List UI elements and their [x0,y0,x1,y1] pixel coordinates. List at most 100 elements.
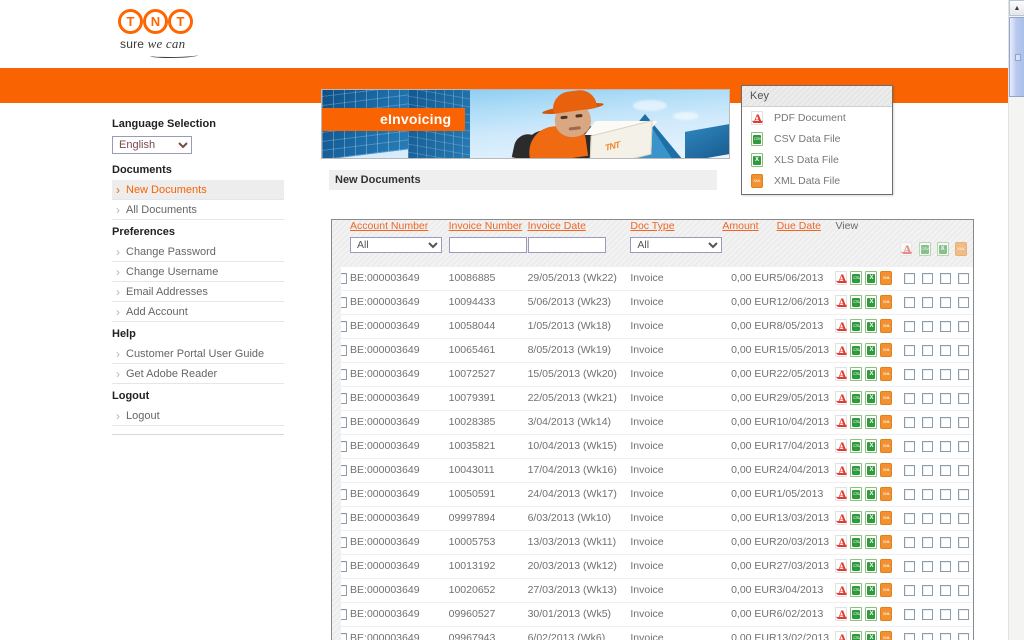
sort-link-invoice-date[interactable]: Invoice Date [528,220,586,232]
xml-file-icon[interactable] [880,583,893,597]
csv-select-checkbox[interactable] [922,512,934,524]
xls-file-icon[interactable] [865,511,878,525]
tnt-logo[interactable]: T N T [118,9,194,35]
xml-select-checkbox[interactable] [958,512,970,524]
xls-file-icon[interactable] [865,343,878,357]
xml-file-icon[interactable] [880,439,893,453]
csv-file-icon[interactable] [850,559,863,573]
xml-select-checkbox[interactable] [958,272,970,284]
pdf-select-checkbox[interactable] [904,560,916,572]
csv-file-icon[interactable] [850,511,863,525]
csv-file-icon[interactable] [850,607,863,621]
xml-select-checkbox[interactable] [958,416,970,428]
pdf-select-checkbox[interactable] [904,296,916,308]
pdf-select-checkbox[interactable] [904,608,916,620]
language-select[interactable]: English [112,136,192,154]
xls-file-icon[interactable] [865,583,878,597]
csv-file-icon[interactable] [850,391,863,405]
csv-select-checkbox[interactable] [922,464,934,476]
xml-select-checkbox[interactable] [958,296,970,308]
filter-invoice-date-input[interactable] [527,237,606,253]
xml-select-checkbox[interactable] [958,584,970,596]
csv-select-checkbox[interactable] [922,584,934,596]
xls-file-icon[interactable] [865,367,878,381]
xls-select-checkbox[interactable] [940,416,952,428]
csv-select-checkbox[interactable] [922,488,934,500]
pdf-file-icon[interactable] [835,535,848,550]
csv-file-icon[interactable] [850,271,863,285]
pdf-file-icon[interactable] [835,271,848,286]
row-select-checkbox[interactable] [335,560,347,572]
csv-select-checkbox[interactable] [922,440,934,452]
xml-file-icon[interactable] [880,511,893,525]
row-select-checkbox[interactable] [335,584,347,596]
pdf-file-icon[interactable] [835,511,848,526]
pdf-select-checkbox[interactable] [904,416,916,428]
row-select-checkbox[interactable] [335,416,347,428]
csv-select-checkbox[interactable] [922,416,934,428]
csv-select-checkbox[interactable] [922,392,934,404]
sort-link-amount[interactable]: Amount [722,220,758,232]
csv-file-icon[interactable] [918,242,931,256]
row-select-checkbox[interactable] [335,344,347,356]
pdf-file-icon[interactable] [835,487,848,502]
sidebar-item-get-adobe-reader[interactable]: Get Adobe Reader [112,364,284,384]
xml-file-icon[interactable] [954,242,967,256]
row-select-checkbox[interactable] [335,536,347,548]
xls-file-icon[interactable] [865,607,878,621]
xls-select-checkbox[interactable] [940,272,952,284]
xls-file-icon[interactable] [865,439,878,453]
xls-select-checkbox[interactable] [940,464,952,476]
xls-file-icon[interactable] [936,242,949,256]
xml-file-icon[interactable] [880,367,893,381]
xls-select-checkbox[interactable] [940,392,952,404]
csv-file-icon[interactable] [850,439,863,453]
pdf-file-icon[interactable] [835,463,848,478]
csv-file-icon[interactable] [850,343,863,357]
xml-file-icon[interactable] [880,535,893,549]
xml-file-icon[interactable] [880,487,893,501]
pdf-select-checkbox[interactable] [904,392,916,404]
xml-file-icon[interactable] [880,271,893,285]
sidebar-item-change-username[interactable]: Change Username [112,262,284,282]
xml-select-checkbox[interactable] [958,536,970,548]
xls-select-checkbox[interactable] [940,536,952,548]
csv-file-icon[interactable] [850,487,863,501]
row-select-checkbox[interactable] [335,512,347,524]
row-select-checkbox[interactable] [335,296,347,308]
xml-select-checkbox[interactable] [958,392,970,404]
xml-select-checkbox[interactable] [958,608,970,620]
xls-select-checkbox[interactable] [940,560,952,572]
xls-select-checkbox[interactable] [940,584,952,596]
xls-select-checkbox[interactable] [940,488,952,500]
pdf-file-icon[interactable] [900,242,913,257]
sidebar-item-add-account[interactable]: Add Account [112,302,284,322]
pdf-select-checkbox[interactable] [904,488,916,500]
filter-invoice-number-input[interactable] [448,237,527,253]
sort-link-invoice-number[interactable]: Invoice Number [449,220,523,232]
xls-file-icon[interactable] [865,487,878,501]
xls-file-icon[interactable] [865,271,878,285]
row-select-checkbox[interactable] [335,392,347,404]
filter-account-number-select[interactable]: All [350,237,443,253]
xls-select-checkbox[interactable] [940,512,952,524]
pdf-file-icon[interactable] [835,391,848,406]
xls-file-icon[interactable] [865,295,878,309]
xls-file-icon[interactable] [865,631,878,640]
pdf-select-checkbox[interactable] [904,272,916,284]
csv-select-checkbox[interactable] [922,344,934,356]
csv-file-icon[interactable] [850,295,863,309]
sidebar-item-customer-portal-user-guide[interactable]: Customer Portal User Guide [112,344,284,364]
xls-file-icon[interactable] [865,391,878,405]
filter-doc-type-select[interactable]: All [630,237,723,253]
csv-select-checkbox[interactable] [922,296,934,308]
xml-file-icon[interactable] [880,391,893,405]
csv-file-icon[interactable] [850,415,863,429]
xls-file-icon[interactable] [865,319,878,333]
csv-file-icon[interactable] [850,583,863,597]
xls-select-checkbox[interactable] [940,320,952,332]
xml-select-checkbox[interactable] [958,632,970,640]
row-select-checkbox[interactable] [335,608,347,620]
pdf-select-checkbox[interactable] [904,464,916,476]
pdf-select-checkbox[interactable] [904,536,916,548]
